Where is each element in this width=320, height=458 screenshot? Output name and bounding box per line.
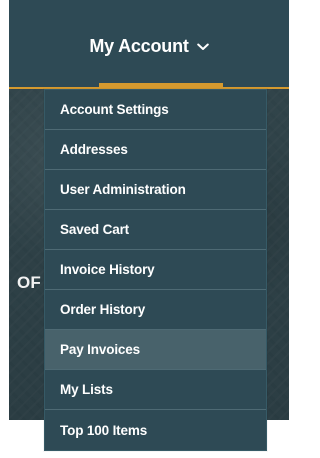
my-account-button[interactable]: My Account bbox=[9, 26, 289, 66]
menu-item-account-settings[interactable]: Account Settings bbox=[45, 90, 266, 130]
menu-item-top-100-items[interactable]: Top 100 Items bbox=[45, 410, 266, 450]
menu-item-pay-invoices[interactable]: Pay Invoices bbox=[45, 330, 266, 370]
right-page-edge bbox=[289, 0, 298, 458]
page-frame: My Account OF T Account Settings Address… bbox=[0, 0, 298, 458]
top-navigation-bar: My Account bbox=[9, 0, 289, 88]
menu-item-user-administration[interactable]: User Administration bbox=[45, 170, 266, 210]
account-dropdown-menu: Account Settings Addresses User Administ… bbox=[44, 89, 267, 451]
menu-item-addresses[interactable]: Addresses bbox=[45, 130, 266, 170]
my-account-label: My Account bbox=[89, 35, 189, 56]
menu-item-saved-cart[interactable]: Saved Cart bbox=[45, 210, 266, 250]
menu-item-my-lists[interactable]: My Lists bbox=[45, 370, 266, 410]
menu-item-invoice-history[interactable]: Invoice History bbox=[45, 250, 266, 290]
left-page-edge bbox=[0, 0, 9, 458]
chevron-down-icon bbox=[196, 43, 209, 51]
menu-item-order-history[interactable]: Order History bbox=[45, 290, 266, 330]
